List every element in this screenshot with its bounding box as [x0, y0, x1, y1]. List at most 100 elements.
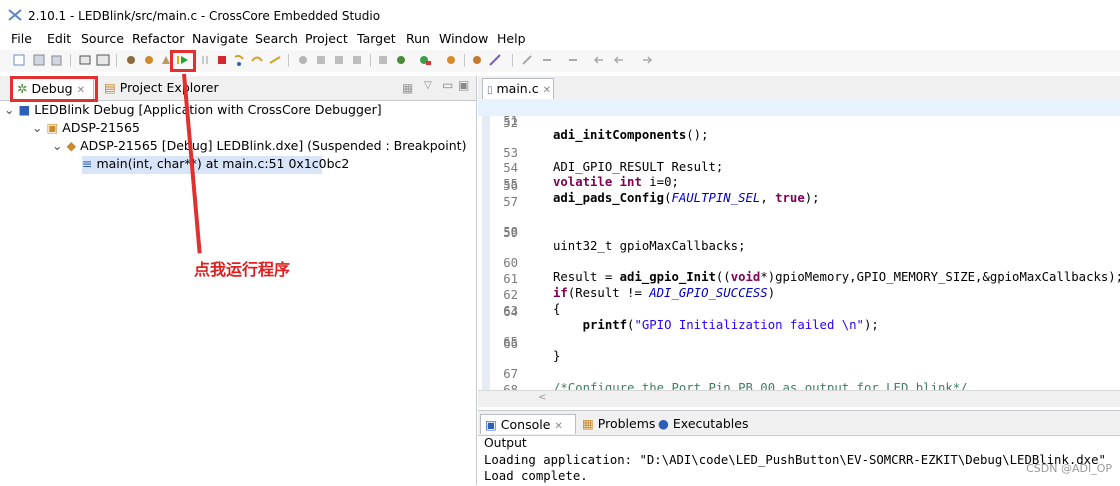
- tab-problems[interactable]: ▦ Problems: [578, 414, 656, 434]
- code-line: 68 Result = adi_gpio_SetDirection(ADI_GP…: [478, 369, 522, 396]
- tree-label-thread: ADSP-21565 [Debug] LEDBlink.dxe] (Suspen…: [80, 138, 467, 153]
- code-text: Result = adi_gpio_Init((void*)gpioMemory…: [553, 270, 1120, 285]
- close-icon[interactable]: ✕: [554, 421, 562, 432]
- annotation-text: 点我运行程序: [194, 260, 291, 279]
- debug-bug-icon[interactable]: [394, 53, 408, 67]
- step-return-icon[interactable]: [268, 53, 282, 67]
- menu-source[interactable]: Source: [81, 31, 124, 46]
- view-menu-icon[interactable]: ▽: [424, 80, 432, 91]
- code-line: 54 volatile int i=0;: [478, 147, 679, 189]
- menu-file[interactable]: File: [11, 31, 32, 46]
- tab-console[interactable]: ▣ Console ✕: [480, 414, 576, 434]
- chevron-down-icon[interactable]: ⌄: [32, 120, 42, 135]
- problems-icon: ▦: [582, 416, 594, 431]
- tool-icon-3[interactable]: [332, 53, 346, 67]
- watermark: CSDN @ADI_OP: [1026, 462, 1112, 475]
- code-area[interactable]: 51 adi_initComponents(); 52 53 ADI_GPIO_…: [478, 100, 1120, 396]
- wrench-icon[interactable]: [124, 53, 138, 67]
- executables-icon: ●: [658, 416, 669, 431]
- tab-project-explorer[interactable]: ▤ Project Explorer: [100, 78, 230, 99]
- external-tools-icon[interactable]: [444, 53, 458, 67]
- console-line: Loading application: "D:\ADI\code\LED_Pu…: [484, 453, 1106, 467]
- tool-icon-4[interactable]: [350, 53, 364, 67]
- menu-help[interactable]: Help: [497, 31, 526, 46]
- step-into-icon[interactable]: [232, 53, 246, 67]
- code-text: uint32_t gpioMaxCallbacks;: [553, 238, 746, 253]
- new-file-icon[interactable]: [12, 53, 26, 67]
- window-title: 2.10.1 - LEDBlink/src/main.c - CrossCore…: [28, 9, 381, 23]
- code-line: 61 if(Result != ADI_GPIO_SUCCESS): [478, 258, 775, 300]
- chevron-down-icon[interactable]: ⌄: [52, 138, 62, 153]
- close-icon[interactable]: ✕: [543, 85, 551, 96]
- chevron-down-icon[interactable]: ⌄: [4, 102, 14, 117]
- menu-navigate[interactable]: Navigate: [192, 31, 248, 46]
- title-bar: 2.10.1 - LEDBlink/src/main.c - CrossCore…: [0, 0, 1120, 28]
- tab-console-label: Console: [500, 417, 551, 432]
- code-line: 62 {: [478, 274, 560, 316]
- connect-icon[interactable]: [142, 53, 156, 67]
- thread-icon: ◆: [66, 138, 77, 153]
- debug-view: ✲ Debug ✕ ▤ Project Explorer ▦ ▽ ▭ ▣ ⌄ ■…: [0, 76, 477, 485]
- prev-annotation-icon[interactable]: [566, 53, 580, 67]
- tree-item-thread[interactable]: ⌄ ◆ ADSP-21565 [Debug] LEDBlink.dxe] (Su…: [52, 138, 466, 156]
- code-line: 63 printf("GPIO Initialization failed \n…: [478, 290, 879, 332]
- tree-item-processor[interactable]: ⌄ ▣ ADSP-21565: [32, 120, 140, 138]
- save-all-icon[interactable]: [50, 53, 64, 67]
- tab-main-c[interactable]: ▯ main.c ✕: [482, 78, 554, 99]
- menu-refactor[interactable]: Refactor: [132, 31, 184, 46]
- c-file-icon: ▯: [487, 85, 493, 96]
- code-text: }: [553, 349, 561, 364]
- code-text: adi_initComponents();: [553, 128, 709, 142]
- tree-item-launch[interactable]: ⌄ ■ LEDBlink Debug [Application with Cro…: [4, 102, 382, 120]
- menu-edit[interactable]: Edit: [47, 31, 71, 46]
- open-type-icon[interactable]: [470, 53, 484, 67]
- code-line: 55 adi_pads_Config(FAULTPIN_SEL, true);: [478, 163, 819, 205]
- forward-icon[interactable]: [640, 53, 654, 67]
- menu-project[interactable]: Project: [305, 31, 348, 46]
- run-config-icon[interactable]: [418, 53, 432, 67]
- tab-executables-label: Executables: [672, 416, 749, 431]
- collapse-all-icon[interactable]: ▦: [402, 81, 413, 95]
- tree-label-frame: main(int, char**) at main.c:51 0x1c0bc2: [96, 156, 350, 171]
- save-icon[interactable]: [32, 53, 46, 67]
- annotation-icon[interactable]: [520, 53, 534, 67]
- menu-target[interactable]: Target: [357, 31, 396, 46]
- code-text: {: [553, 301, 561, 316]
- console-tab-row: ▣ Console ✕ ▦ Problems ● Executables: [478, 411, 1120, 436]
- build-all-icon[interactable]: [96, 53, 110, 67]
- code-line: 60 Result = adi_gpio_Init((void*)gpioMem…: [478, 242, 1120, 284]
- next-annotation-icon[interactable]: [540, 53, 554, 67]
- run-highlight-box: [170, 50, 196, 72]
- back-icon[interactable]: [612, 53, 626, 67]
- tree-item-frame[interactable]: ≡ main(int, char**) at main.c:51 0x1c0bc…: [82, 156, 349, 174]
- code-text: printf("GPIO Initialization failed \n");: [582, 317, 879, 332]
- tool-icon-1[interactable]: [296, 53, 310, 67]
- code-text: volatile int i=0;: [553, 175, 679, 190]
- step-over-icon[interactable]: [250, 53, 264, 67]
- line-number: 64: [503, 305, 518, 320]
- tool-icon-5[interactable]: [376, 53, 390, 67]
- editor-horizontal-scrollbar[interactable]: <: [478, 390, 1120, 407]
- tool-icon-2[interactable]: [314, 53, 328, 67]
- maximize-icon[interactable]: ▣: [458, 78, 469, 92]
- code-line: 51 adi_initComponents();: [478, 100, 1120, 142]
- launch-icon: ■: [18, 102, 31, 117]
- processor-icon: ▣: [46, 120, 59, 135]
- minimize-icon[interactable]: ▭: [442, 78, 453, 92]
- build-icon[interactable]: [78, 53, 92, 67]
- tab-problems-label: Problems: [597, 416, 656, 431]
- menu-window[interactable]: Window: [439, 31, 488, 46]
- console-view: ▣ Console ✕ ▦ Problems ● Executables Out…: [478, 410, 1120, 486]
- line-number: 56: [503, 179, 518, 193]
- scroll-left-icon[interactable]: <: [538, 392, 546, 403]
- terminate-icon[interactable]: [215, 53, 229, 67]
- last-edit-icon[interactable]: [592, 53, 606, 67]
- wand-icon[interactable]: [488, 53, 502, 67]
- tab-executables[interactable]: ● Executables: [654, 414, 749, 434]
- code-line: 53 ADI_GPIO_RESULT Result;: [478, 132, 723, 174]
- menu-run[interactable]: Run: [406, 31, 430, 46]
- suspend-icon[interactable]: [198, 53, 212, 67]
- app-logo-icon: [8, 9, 22, 21]
- code-text: adi_pads_Config(FAULTPIN_SEL, true);: [553, 191, 820, 206]
- menu-search[interactable]: Search: [255, 31, 298, 46]
